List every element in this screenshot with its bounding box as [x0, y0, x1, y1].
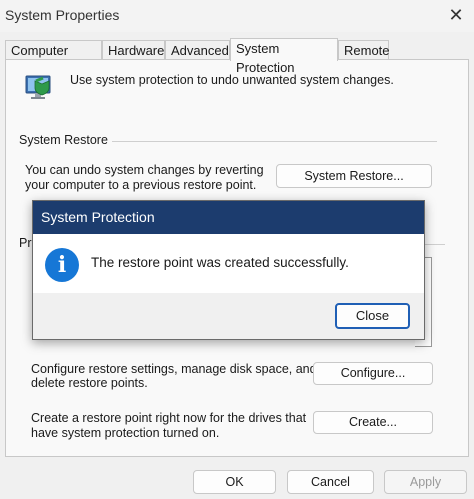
dialog-footer: Close: [33, 293, 424, 339]
system-restore-heading: System Restore: [19, 133, 108, 147]
tab-remote[interactable]: Remote: [338, 40, 390, 59]
dialog-title: System Protection: [33, 201, 424, 234]
dialog-message: The restore point was created successful…: [91, 255, 349, 270]
tab-system-protection[interactable]: System Protection: [230, 38, 338, 75]
system-restore-description-line1: You can undo system changes by reverting: [25, 163, 264, 177]
configure-description-line1: Configure restore settings, manage disk …: [31, 362, 317, 376]
ok-button[interactable]: OK: [193, 470, 276, 494]
tab-hardware[interactable]: Hardware: [102, 40, 165, 59]
title-bar: System Properties ✕: [0, 0, 474, 32]
system-restore-description-line2: your computer to a previous restore poin…: [25, 178, 257, 192]
intro-text: Use system protection to undo unwanted s…: [70, 73, 394, 87]
configure-button[interactable]: Configure...: [313, 362, 433, 385]
cancel-button[interactable]: Cancel: [287, 470, 374, 494]
computer-shield-icon: [25, 75, 51, 99]
create-description-line2: have system protection turned on.: [31, 426, 220, 440]
tab-label: Remote: [344, 43, 390, 58]
tab-label: System Protection: [236, 41, 295, 75]
message-dialog: System Protection i The restore point wa…: [32, 200, 425, 340]
create-description-line1: Create a restore point right now for the…: [31, 411, 307, 425]
info-icon: i: [45, 248, 79, 282]
tab-label: Hardware: [108, 43, 165, 58]
window-close-icon[interactable]: ✕: [440, 2, 472, 28]
tab-label: Advanced: [171, 43, 229, 58]
group-divider: [112, 141, 437, 142]
tab-computer-name[interactable]: Computer Name: [5, 40, 102, 77]
apply-button[interactable]: Apply: [384, 470, 467, 494]
configure-description-line2: delete restore points.: [31, 376, 148, 390]
window-title: System Properties: [5, 7, 120, 23]
create-button[interactable]: Create...: [313, 411, 433, 434]
system-restore-button[interactable]: System Restore...: [276, 164, 432, 188]
dialog-close-button[interactable]: Close: [335, 303, 410, 329]
tab-advanced[interactable]: Advanced: [165, 40, 230, 59]
protection-settings-heading: Pr: [19, 236, 32, 250]
